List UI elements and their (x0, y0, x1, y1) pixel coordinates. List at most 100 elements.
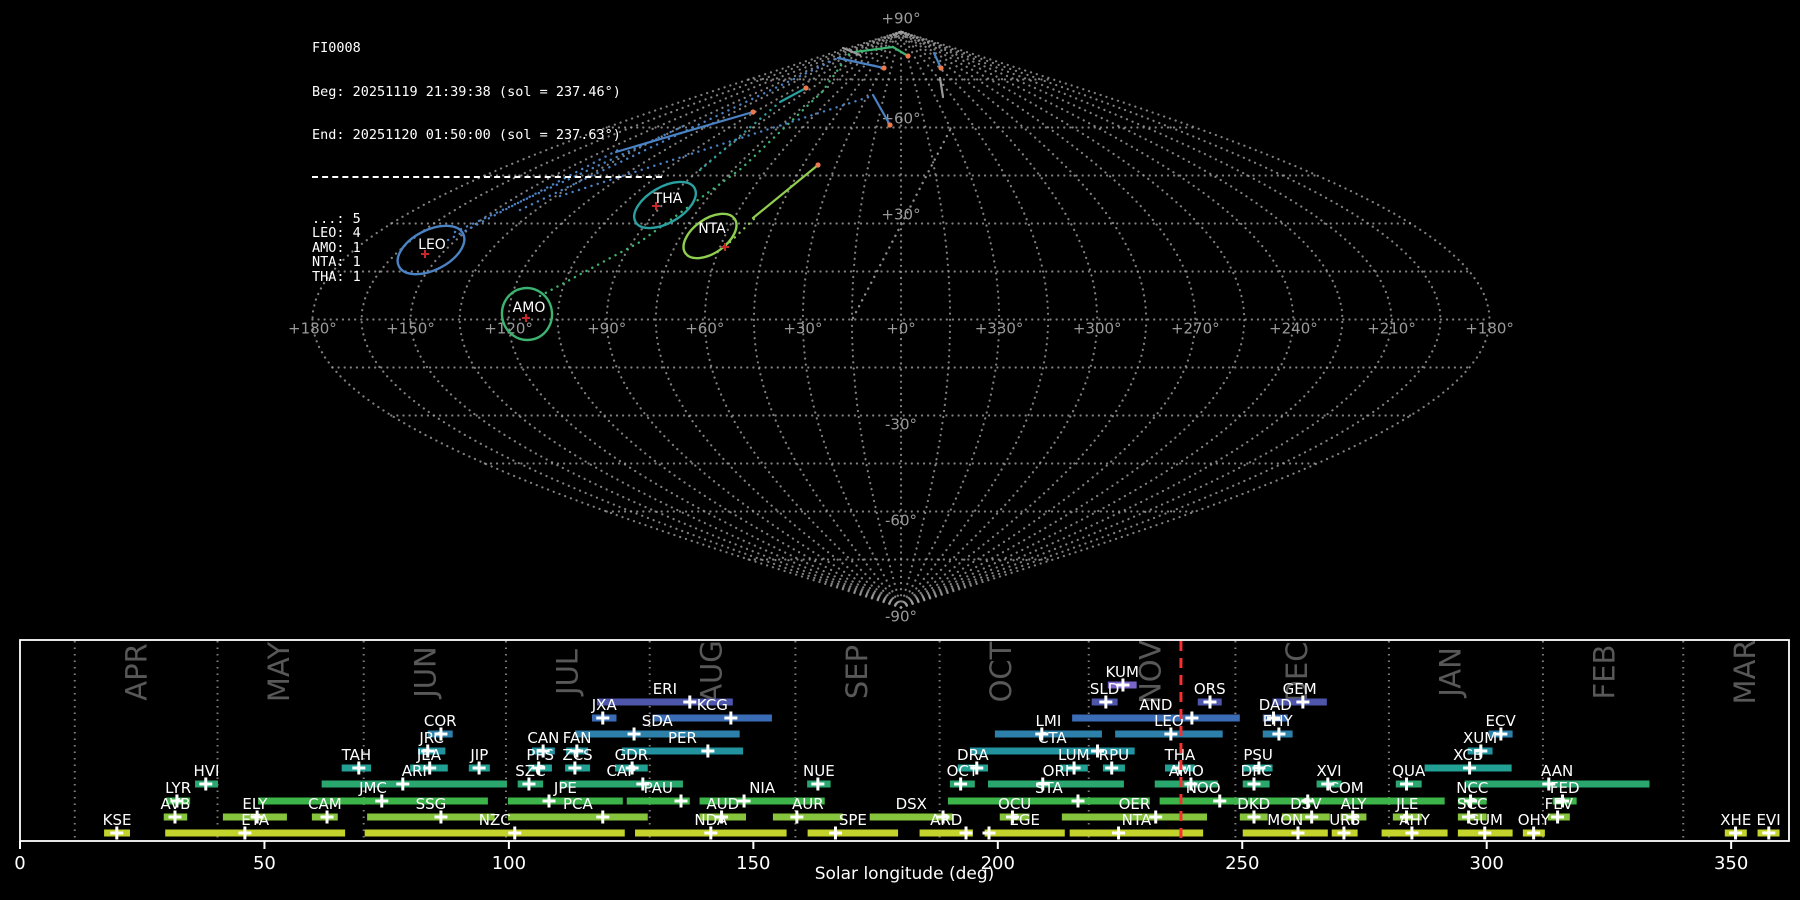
shower-label-GUM: GUM (1467, 811, 1503, 829)
shower-bar-NTA (1069, 829, 1204, 837)
observation-end: End: 20251120 01:50:00 (sol = 237.63°) (312, 127, 621, 143)
shower-label-CAN: CAN (527, 729, 559, 747)
shower-label-XCB: XCB (1453, 746, 1483, 764)
meteor-streak-tip (803, 85, 809, 91)
shower-label-SPE: SPE (839, 811, 867, 829)
shower-label-URS: URS (1329, 811, 1360, 829)
meteor-station-summary-screen: +180° +150° +120° +90° +60° +30° +0° +330° +300°… (0, 0, 1800, 900)
count-line: LEO: 4 (312, 225, 361, 241)
map-lon-label: +180° (1465, 320, 1514, 338)
shower-label-PER: PER (668, 729, 697, 747)
shower-bar-SDA (574, 730, 740, 738)
shower-label-SSG: SSG (416, 795, 447, 813)
month-label-OCT: OCT (984, 641, 1018, 702)
map-lon-label: +0° (886, 320, 916, 338)
shower-label-DSX: DSX (896, 795, 927, 813)
shower-label-NIA: NIA (749, 779, 776, 797)
shower-label-JMC: JMC (358, 779, 387, 797)
map-lon-label: +240° (1269, 320, 1318, 338)
shower-label-DKD: DKD (1237, 795, 1270, 813)
shower-label-AMO: AMO (1169, 762, 1204, 780)
shower-label-JRC: JRC (418, 729, 444, 747)
shower-label-STA: STA (1035, 779, 1064, 797)
map-lon-label: +60° (685, 320, 724, 338)
month-label-JUL: JUL (551, 649, 585, 697)
meteor-streak-tip (938, 65, 944, 71)
shower-bar-ETA (165, 829, 346, 837)
shower-label-ZCS: ZCS (562, 746, 592, 764)
meteor-plots-canvas: +180° +150° +120° +90° +60° +30° +0° +330° +300°… (14, 10, 1790, 884)
map-lon-label: +210° (1367, 320, 1416, 338)
map-lat-label: -60° (885, 512, 917, 530)
map-lat-label: -30° (885, 416, 917, 434)
month-label-JUN: JUN (408, 646, 442, 699)
shower-label-EGE: EGE (1009, 811, 1040, 829)
shower-label-AUR: AUR (792, 795, 824, 813)
shower-bar-EGE (984, 829, 1065, 837)
observation-begin: Beg: 20251119 21:39:38 (sol = 237.46°) (312, 83, 621, 100)
x-axis-tick-label: 300 (1470, 853, 1504, 874)
shower-bar-SSG (367, 813, 495, 821)
shower-label-FAN: FAN (563, 729, 592, 747)
shower-label-QUA: QUA (1392, 762, 1426, 780)
shower-label-XUM: XUM (1463, 729, 1497, 747)
shower-label-ORS: ORS (1194, 680, 1226, 698)
map-lon-label: +30° (783, 320, 822, 338)
shower-label-CAP: CAP (606, 762, 636, 780)
meteor-streak (751, 163, 820, 220)
header-divider (312, 175, 662, 178)
shower-label-LMI: LMI (1036, 712, 1062, 730)
shower-label-JXA: JXA (591, 696, 618, 714)
x-axis-title: Solar longitude (deg) (815, 864, 995, 884)
shower-label-LEO: LEO (1154, 712, 1184, 730)
month-label-APR: APR (119, 643, 153, 700)
shower-label-SDA: SDA (642, 712, 674, 730)
shower-label-MON: MON (1267, 811, 1303, 829)
shower-label-DPC: DPC (1241, 762, 1272, 780)
map-lat-label: +90° (881, 10, 920, 28)
x-axis-tick-label: 100 (492, 853, 526, 874)
shower-bar-ARI (321, 780, 507, 788)
shower-bar-AUR (772, 813, 843, 821)
shower-label-ARI: ARI (402, 762, 427, 780)
shower-label-ORI: ORI (1043, 762, 1070, 780)
shower-label-SLD: SLD (1090, 680, 1119, 698)
shower-label-AAN: AAN (1541, 762, 1573, 780)
month-label-FEB: FEB (1587, 645, 1621, 700)
shower-label-CAM: CAM (308, 795, 342, 813)
meteor-streak-tip (750, 109, 756, 115)
map-lon-label: +270° (1171, 320, 1220, 338)
shower-label-COR: COR (424, 712, 457, 730)
shower-label-NUE: NUE (803, 762, 835, 780)
x-axis-tick-label: 250 (1225, 853, 1259, 874)
map-lat-label: -90° (885, 608, 917, 626)
shower-label-TAH: TAH (341, 746, 372, 764)
x-axis-tick-label: 50 (253, 853, 276, 874)
shower-label-EVI: EVI (1756, 811, 1780, 829)
shower-label-PCA: PCA (563, 795, 594, 813)
radiant-label-NTA: NTA (698, 221, 726, 237)
shower-bar-NZC (364, 829, 625, 837)
shower-count-list: ...: 5 LEO: 4 AMO: 1 NTA: 1 THA: 1 (312, 211, 662, 285)
month-label-SEP: SEP (840, 645, 874, 699)
meteor-streak-tip (881, 65, 887, 71)
shower-label-NDA: NDA (694, 811, 728, 829)
month-label-AUG: AUG (694, 640, 728, 704)
shower-label-ETA: ETA (241, 811, 269, 829)
x-axis-tick-label: 0 (14, 853, 25, 874)
meteor-streak-tip (887, 122, 893, 128)
x-axis-tick-label: 350 (1714, 853, 1748, 874)
meteor-streak (938, 76, 945, 99)
meteor-streak-tip (905, 53, 911, 59)
meteor-streak-tip (815, 162, 821, 168)
shower-label-ARD: ARD (930, 811, 962, 829)
shower-label-ECV: ECV (1486, 712, 1517, 730)
map-lon-label: +180° (288, 320, 337, 338)
month-label-JAN: JAN (1433, 647, 1467, 699)
map-lat-label: +30° (881, 206, 920, 224)
map-lon-label: +120° (484, 320, 533, 338)
count-line: AMO: 1 (312, 239, 361, 256)
shower-label-KCG: KCG (697, 696, 728, 714)
station-id: FI0008 (312, 40, 361, 56)
shower-label-NZC: NZC (479, 811, 511, 829)
